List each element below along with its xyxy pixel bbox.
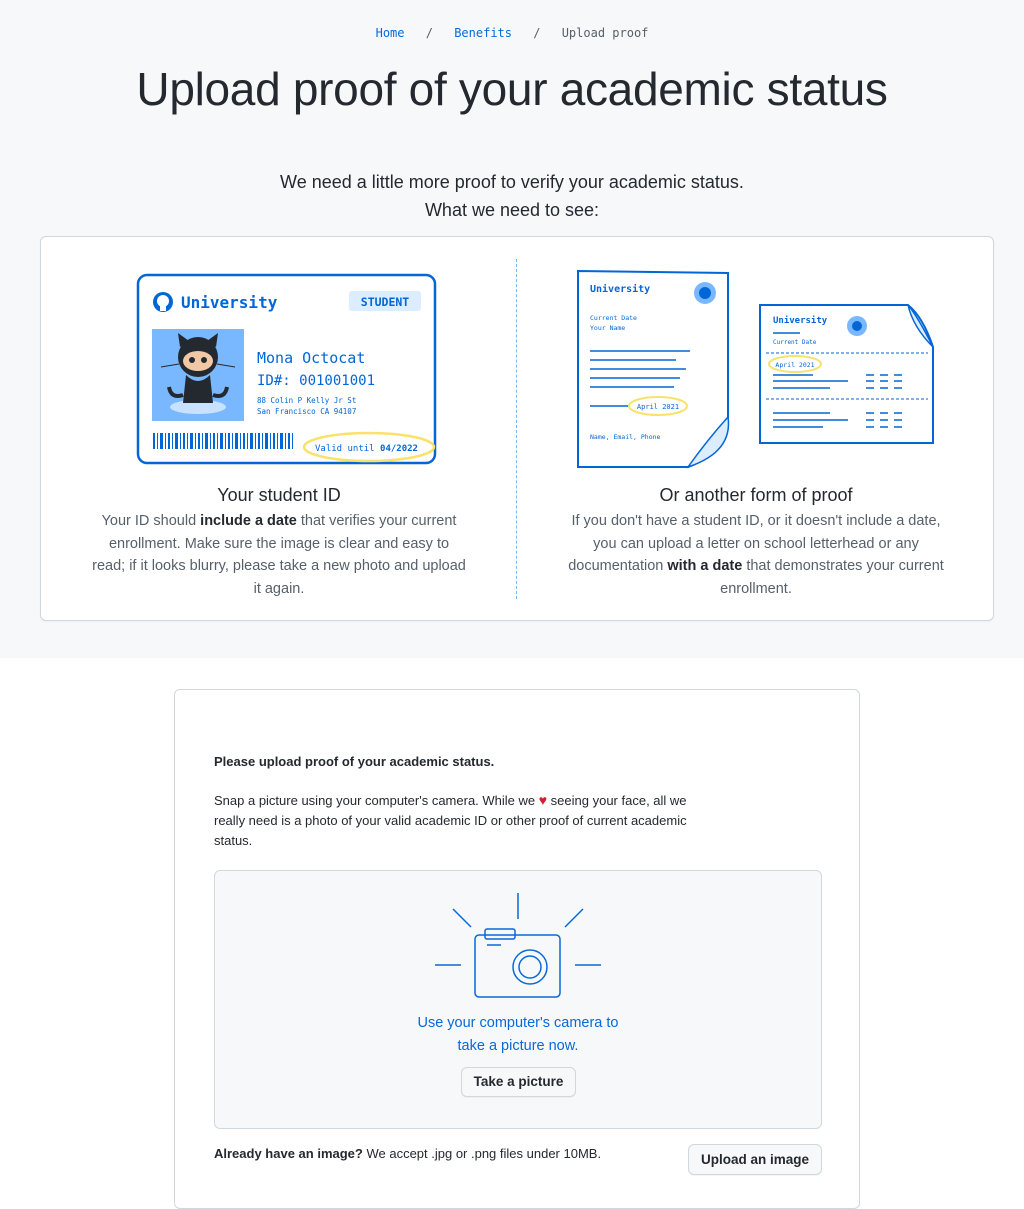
- breadcrumb-home-link[interactable]: Home: [376, 26, 405, 40]
- id-card-number: ID#: 001001001: [257, 373, 375, 389]
- id-card-badge: STUDENT: [361, 295, 410, 309]
- other-proof-title: Or another form of proof: [659, 485, 853, 505]
- document-illustration: University Current Date Your Name April …: [577, 269, 934, 469]
- id-card-university: University: [181, 293, 278, 312]
- doc1-your-name: Your Name: [590, 324, 625, 332]
- camera-dropzone[interactable]: Use your computer's camera to take a pic…: [214, 870, 822, 1129]
- doc1-university: University: [590, 283, 650, 295]
- student-id-title: Your student ID: [217, 485, 341, 505]
- intro-line-2: What we need to see:: [424, 200, 600, 220]
- id-card-name: Mona Octocat: [257, 349, 365, 367]
- doc1-date: April 2021: [637, 403, 679, 411]
- doc1-current-date: Current Date: [590, 314, 637, 322]
- upload-description: Snap a picture using your computer's cam…: [214, 792, 687, 848]
- student-id-illustration: University STUDENT Mona Octocat ID#: 001…: [136, 273, 437, 465]
- upload-section: Please upload proof of your academic sta…: [174, 689, 860, 1209]
- camera-instructions: Use your computer's camera to take a pic…: [417, 1015, 619, 1054]
- hero-section: Home / Benefits / Upload proof Upload pr…: [0, 0, 1024, 658]
- other-proof-description: If you don't have a student ID, or it do…: [568, 513, 944, 597]
- student-id-column: University STUDENT Mona Octocat ID#: 001…: [41, 237, 517, 622]
- breadcrumb-current: Upload proof: [561, 26, 649, 40]
- upload-heading: Please upload proof of your academic sta…: [214, 754, 495, 769]
- other-proof-column: University Current Date Your Name April …: [518, 237, 994, 622]
- breadcrumb-separator: /: [425, 26, 433, 40]
- student-id-description: Your ID should include a date that verif…: [92, 513, 466, 597]
- id-card-address-1: 88 Colin P Kelly Jr St: [257, 396, 356, 405]
- doc2-date: April 2021: [775, 361, 814, 369]
- heart-icon: ♥: [538, 792, 548, 808]
- already-have-image-text: Already have an image? We accept .jpg or…: [214, 1146, 602, 1161]
- doc1-footer: Name, Email, Phone: [590, 433, 661, 441]
- breadcrumb-separator: /: [533, 26, 541, 40]
- page-title: Upload proof of your academic status: [136, 63, 888, 115]
- proof-requirements-card: University STUDENT Mona Octocat ID#: 001…: [40, 236, 994, 621]
- doc2-current-date: Current Date: [773, 339, 817, 346]
- camera-icon: [435, 893, 601, 998]
- upload-image-button[interactable]: Upload an image: [688, 1144, 822, 1175]
- breadcrumb: Home / Benefits / Upload proof: [0, 26, 1024, 40]
- id-card-valid: Valid until 04/2022: [315, 444, 418, 454]
- breadcrumb-benefits-link[interactable]: Benefits: [454, 26, 512, 40]
- intro-text: We need a little more proof to verify yo…: [0, 168, 1024, 224]
- intro-line-1: We need a little more proof to verify yo…: [280, 172, 744, 192]
- take-picture-button[interactable]: Take a picture: [461, 1067, 576, 1097]
- id-card-address-2: San Francisco CA 94107: [257, 407, 356, 416]
- doc2-university: University: [773, 315, 828, 326]
